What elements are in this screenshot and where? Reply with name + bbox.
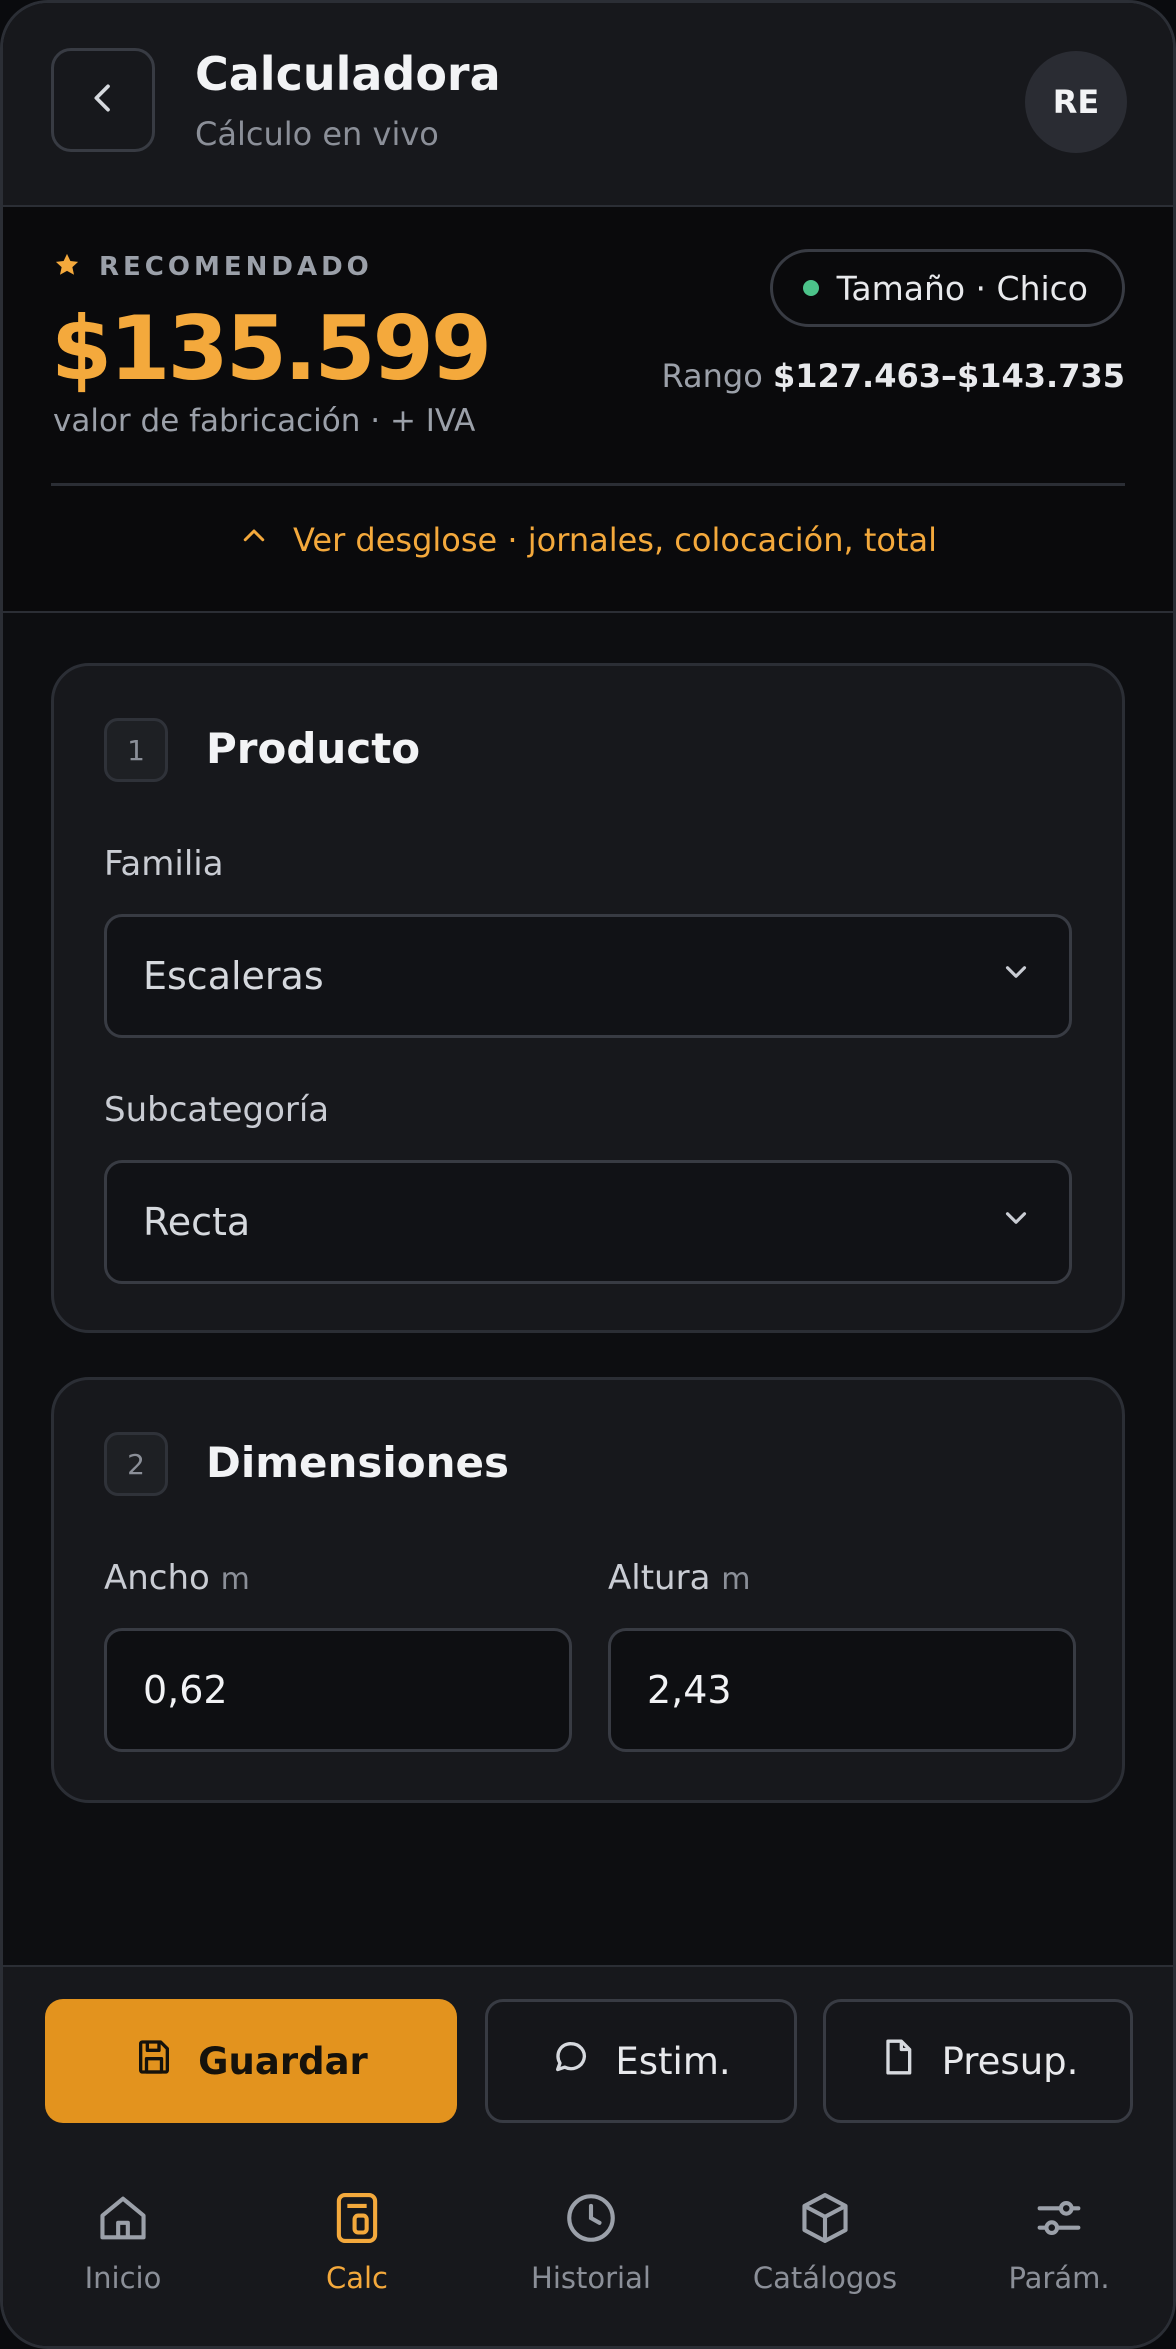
home-icon (23, 2189, 223, 2247)
calculator-icon (257, 2189, 457, 2247)
estimate-label: Estim. (615, 2039, 731, 2083)
nav-label: Historial (531, 2261, 651, 2295)
box-icon (725, 2189, 925, 2247)
nav-label: Inicio (84, 2261, 162, 2295)
nav-item-calc[interactable]: Calc (257, 2189, 457, 2295)
estimate-button[interactable]: Estim. (485, 1999, 797, 2123)
quote-label: Presup. (941, 2039, 1079, 2083)
app-header: Calculadora Cálculo en vivo RE (3, 3, 1173, 207)
breakdown-label: Ver desglose · jornales, colocación, tot… (293, 521, 937, 559)
page-subtitle: Cálculo en vivo (195, 115, 439, 153)
width-label: Ancho m (104, 1558, 250, 1598)
nav-item-parametros[interactable]: Parám. (959, 2189, 1159, 2295)
nav-item-inicio[interactable]: Inicio (23, 2189, 223, 2295)
nav-item-catalogos[interactable]: Catálogos (725, 2189, 925, 2295)
save-icon (134, 2037, 174, 2086)
document-icon (878, 2037, 918, 2086)
family-select[interactable]: Escaleras (104, 914, 1072, 1038)
width-input[interactable]: 0,62 (104, 1628, 572, 1752)
star-icon (53, 251, 81, 283)
price-summary: RECOMENDADO $135.599 valor de fabricació… (3, 207, 1173, 613)
width-label-text: Ancho (104, 1558, 210, 1598)
height-label-text: Altura (608, 1558, 711, 1598)
height-label: Altura m (608, 1558, 750, 1598)
nav-label: Catálogos (752, 2261, 898, 2295)
height-input[interactable]: 2,43 (608, 1628, 1076, 1752)
height-value: 2,43 (647, 1668, 732, 1712)
width-unit: m (220, 1562, 250, 1597)
back-button[interactable] (51, 48, 155, 152)
subcategory-label: Subcategoría (104, 1090, 330, 1130)
sliders-icon (959, 2189, 1159, 2247)
page-title: Calculadora (195, 47, 501, 101)
quote-button[interactable]: Presup. (823, 1999, 1133, 2123)
chevron-up-icon (239, 521, 269, 559)
chevron-down-icon (999, 1200, 1033, 1244)
price-range: Rango $127.463–$143.735 (661, 357, 1125, 395)
chevron-left-icon (83, 78, 123, 122)
recommended-tag: RECOMENDADO (53, 251, 373, 283)
subcategory-select[interactable]: Recta (104, 1160, 1072, 1284)
breakdown-toggle[interactable]: Ver desglose · jornales, colocación, tot… (3, 521, 1173, 559)
save-label: Guardar (198, 2039, 368, 2083)
size-label: Tamaño · Chico (836, 268, 1088, 308)
range-label: Rango (661, 357, 763, 395)
product-card: 1 Producto Familia Escaleras Subcategorí… (51, 663, 1125, 1333)
action-bar: Guardar Estim. Presup. (3, 1965, 1173, 2161)
subcategory-value: Recta (143, 1200, 251, 1244)
family-label: Familia (104, 844, 224, 884)
price-value: $135.599 (51, 297, 492, 400)
bottom-nav: Inicio Calc Historial Catálogos Parám. (3, 2159, 1173, 2346)
step-number: 2 (104, 1432, 168, 1496)
nav-label: Parám. (1008, 2261, 1110, 2295)
app-screen: Calculadora Cálculo en vivo RE RECOMENDA… (0, 0, 1176, 2349)
dimensions-card: 2 Dimensiones Ancho m 0,62 Altura m 2,43 (51, 1377, 1125, 1803)
height-unit: m (721, 1562, 751, 1597)
chat-icon (551, 2037, 591, 2086)
range-value: $127.463–$143.735 (772, 357, 1125, 395)
step-number: 1 (104, 718, 168, 782)
chevron-down-icon (999, 954, 1033, 998)
clock-icon (491, 2189, 691, 2247)
card-title: Producto (206, 724, 421, 773)
nav-item-historial[interactable]: Historial (491, 2189, 691, 2295)
price-note: valor de fabricación · + IVA (53, 403, 476, 439)
avatar[interactable]: RE (1025, 51, 1127, 153)
card-title: Dimensiones (206, 1438, 510, 1487)
width-value: 0,62 (143, 1668, 228, 1712)
size-badge: Tamaño · Chico (769, 249, 1125, 327)
nav-label: Calc (325, 2261, 389, 2295)
family-value: Escaleras (143, 954, 324, 998)
save-button[interactable]: Guardar (45, 1999, 457, 2123)
status-dot-icon (802, 280, 819, 296)
divider (51, 483, 1125, 486)
recommended-label: RECOMENDADO (99, 252, 373, 282)
